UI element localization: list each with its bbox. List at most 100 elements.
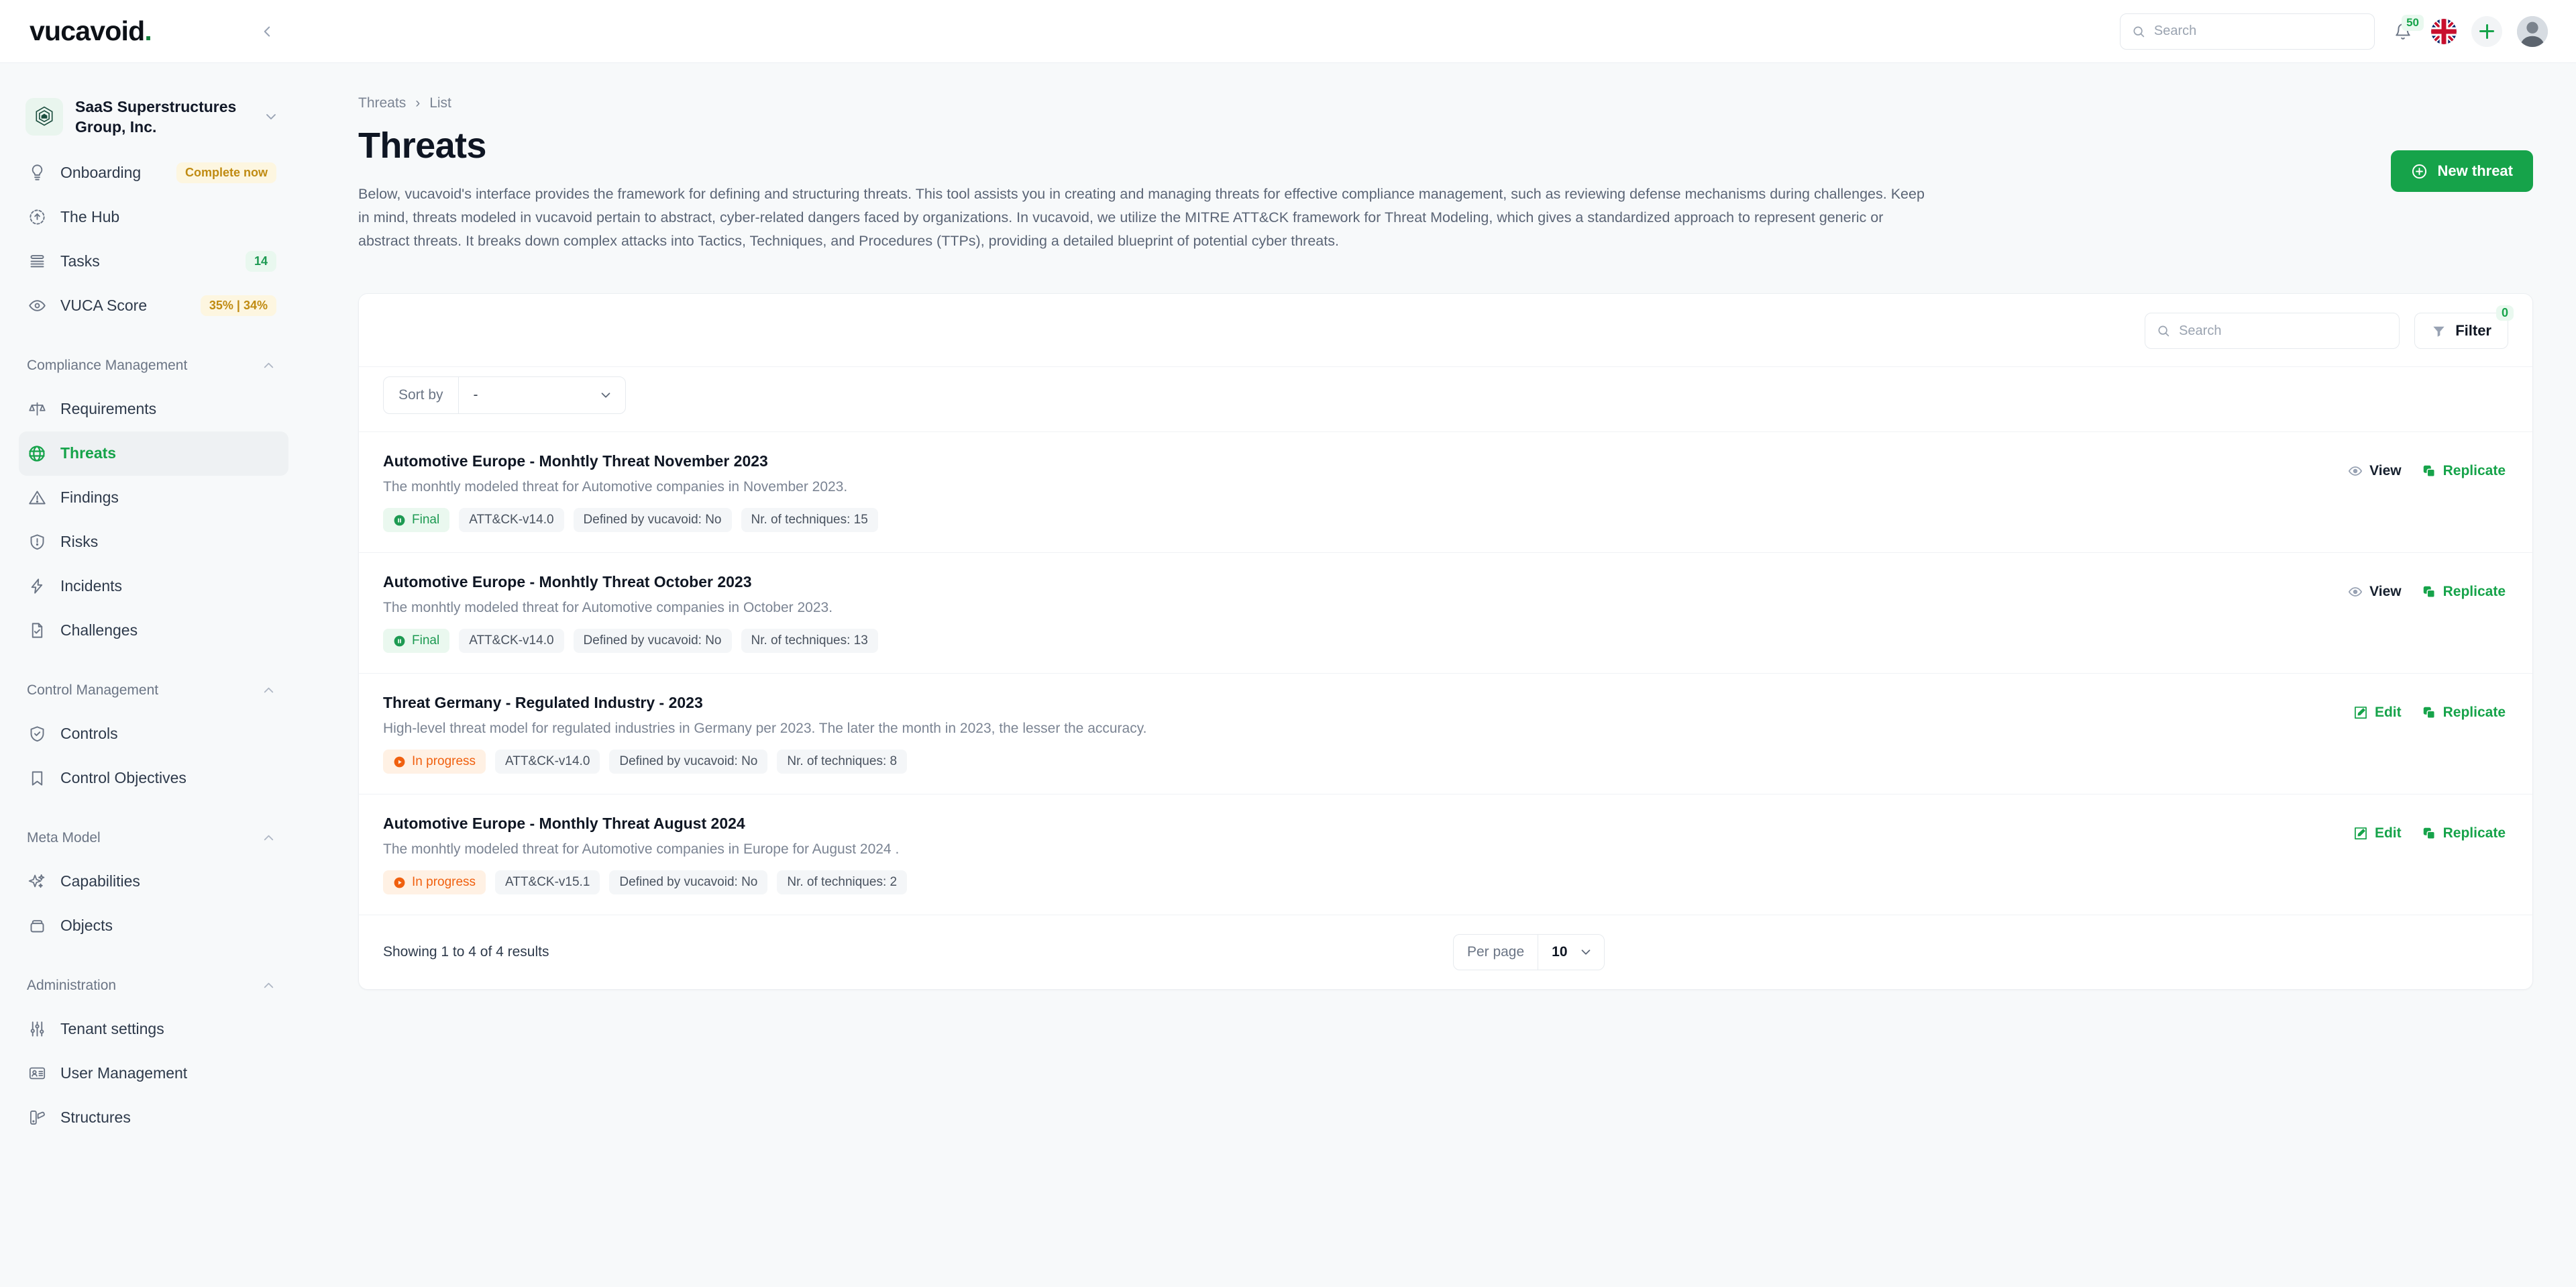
quick-add-button[interactable] [2471,16,2502,47]
row-description: The monhtly modeled threat for Automotiv… [383,479,2321,495]
globe-icon [27,444,47,464]
sidebar-section-administration[interactable]: Administration [19,972,288,999]
per-page-select[interactable]: Per page 10 [1453,934,1605,970]
row-description: The monhtly modeled threat for Automotiv… [383,841,2326,858]
sidebar-item-structures[interactable]: Structures [19,1096,288,1140]
row-content: Automotive Europe - Monthly Threat Augus… [383,815,2326,894]
edit-square-icon [2353,705,2368,720]
replicate-button[interactable]: Replicate [2422,705,2506,721]
sidebar: SaaS Superstructures Group, Inc. Onboard… [0,63,307,1287]
results-summary: Showing 1 to 4 of 4 results [383,944,549,960]
replicate-label: Replicate [2443,825,2506,841]
play-circle-icon [393,756,406,768]
sidebar-item-incidents[interactable]: Incidents [19,564,288,609]
replicate-label: Replicate [2443,584,2506,600]
sidebar-item-tenant-settings[interactable]: Tenant settings [19,1007,288,1051]
app-logo[interactable]: vucavoid. [30,15,152,47]
sidebar-item-objects[interactable]: Objects [19,904,288,948]
uk-flag-icon[interactable] [2431,19,2457,44]
sidebar-item-label: Controls [60,725,276,743]
tag-defined-by: Defined by vucavoid: No [574,629,732,653]
sidebar-item-label: Onboarding [60,164,163,182]
table-row[interactable]: Automotive Europe - Monhtly Threat Octob… [359,552,2532,673]
search-input[interactable] [2154,23,2363,39]
row-title: Automotive Europe - Monhtly Threat Novem… [383,452,2321,470]
sidebar-item-vuca-score[interactable]: VUCA Score 35% | 34% [19,284,288,328]
sidebar-item-controls[interactable]: Controls [19,712,288,756]
sidebar-item-label: Objects [60,917,276,935]
global-search[interactable] [2120,13,2375,50]
sidebar-item-tasks[interactable]: Tasks 14 [19,240,288,284]
breadcrumb-item-list[interactable]: List [429,95,451,111]
notification-count-badge: 50 [2402,15,2424,32]
row-title: Automotive Europe - Monthly Threat Augus… [383,815,2326,833]
replicate-button[interactable]: Replicate [2422,584,2506,600]
tag-defined-by: Defined by vucavoid: No [574,508,732,532]
sidebar-item-findings[interactable]: Findings [19,476,288,520]
view-button[interactable]: View [2348,463,2401,479]
eye-icon [2348,584,2363,599]
sidebar-item-label: Challenges [60,621,276,639]
per-page-value-wrap[interactable]: 10 [1538,935,1603,970]
tag-framework: ATT&CK-v14.0 [495,750,600,774]
plus-icon [2479,24,2494,39]
sidebar-item-risks[interactable]: Risks [19,520,288,564]
view-button[interactable]: View [2348,584,2401,600]
sidebar-item-label: Incidents [60,577,276,595]
sidebar-section-meta-model[interactable]: Meta Model [19,825,288,852]
replicate-button[interactable]: Replicate [2422,825,2506,841]
section-title: Compliance Management [27,358,187,374]
sidebar-item-label: Threats [60,444,276,462]
new-threat-button[interactable]: New threat [2391,150,2533,192]
sidebar-item-requirements[interactable]: Requirements [19,387,288,431]
shield-alert-icon [27,532,47,552]
row-description: High-level threat model for regulated in… [383,721,2326,737]
list-footer: Showing 1 to 4 of 4 results Per page 10 [359,915,2532,989]
edit-button[interactable]: Edit [2353,825,2402,841]
list-search[interactable] [2145,313,2400,349]
organization-name: SaaS Superstructures Group, Inc. [75,97,251,138]
edit-label: Edit [2375,825,2402,841]
sidebar-item-user-management[interactable]: User Management [19,1051,288,1096]
sidebar-item-control-objectives[interactable]: Control Objectives [19,756,288,801]
row-tags: Final ATT&CK-v14.0 Defined by vucavoid: … [383,508,2321,532]
chevron-up-icon [261,358,276,373]
search-icon [2157,323,2170,338]
sidebar-section-compliance-management[interactable]: Compliance Management [19,352,288,379]
sidebar-item-label: User Management [60,1064,276,1082]
breadcrumb-item-threats[interactable]: Threats [358,95,406,111]
table-row[interactable]: Automotive Europe - Monthly Threat Augus… [359,794,2532,915]
sliders-icon [27,1019,47,1039]
sidebar-item-capabilities[interactable]: Capabilities [19,860,288,904]
table-row[interactable]: Automotive Europe - Monhtly Threat Novem… [359,431,2532,552]
table-row[interactable]: Threat Germany - Regulated Industry - 20… [359,673,2532,794]
eye-icon [27,296,47,316]
row-description: The monhtly modeled threat for Automotiv… [383,600,2321,616]
sidebar-item-challenges[interactable]: Challenges [19,609,288,653]
brand-zone: vucavoid. [0,15,307,47]
app-shell: SaaS Superstructures Group, Inc. Onboard… [0,63,2576,1287]
sidebar-section-control-management[interactable]: Control Management [19,677,288,704]
edit-button[interactable]: Edit [2353,705,2402,721]
section-title: Meta Model [27,830,101,846]
notifications-button[interactable]: 50 [2390,17,2416,46]
sidebar-item-threats[interactable]: Threats [19,431,288,476]
user-avatar[interactable] [2517,16,2548,47]
vuca-score-badge: 35% | 34% [201,295,276,316]
edit-label: Edit [2375,705,2402,721]
chevron-left-icon [258,23,276,40]
tag-defined-by: Defined by vucavoid: No [609,750,767,774]
list-search-input[interactable] [2179,323,2387,339]
replicate-button[interactable]: Replicate [2422,463,2506,479]
sort-by-select[interactable]: Sort by - [383,376,626,414]
sidebar-item-onboarding[interactable]: Onboarding Complete now [19,151,288,195]
filter-button[interactable]: Filter 0 [2414,313,2508,349]
sidebar-item-the-hub[interactable]: The Hub [19,195,288,240]
sidebar-collapse-button[interactable] [254,18,280,45]
copy-icon [2422,464,2436,478]
sort-by-value-wrap[interactable]: - [459,377,625,413]
organization-switcher[interactable]: SaaS Superstructures Group, Inc. [19,83,288,151]
filter-label: Filter [2455,322,2491,340]
status-label: Final [412,633,439,648]
replicate-label: Replicate [2443,463,2506,479]
